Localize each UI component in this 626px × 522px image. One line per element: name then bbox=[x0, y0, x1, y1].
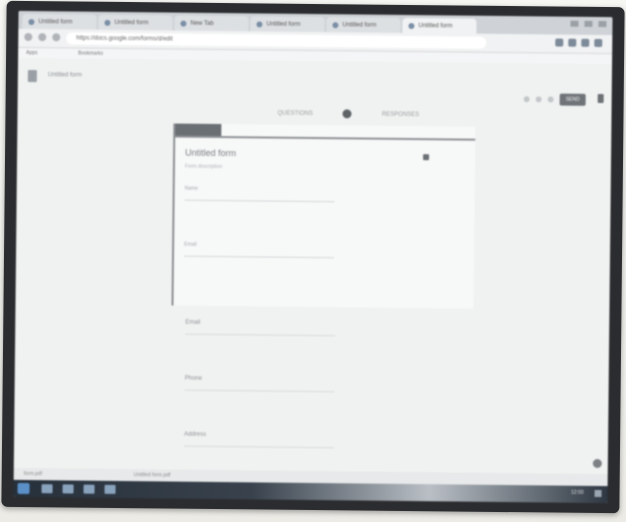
start-button[interactable] bbox=[17, 482, 30, 495]
theme-tab[interactable] bbox=[175, 123, 222, 137]
tab-favicon-icon bbox=[332, 21, 339, 28]
download-item[interactable]: Untitled form.pdf bbox=[134, 472, 171, 478]
question-label: Email bbox=[185, 319, 201, 326]
question-label: Phone bbox=[184, 375, 203, 382]
form-description[interactable]: Form description bbox=[185, 164, 222, 170]
nav-buttons bbox=[24, 32, 61, 42]
field-underline[interactable] bbox=[184, 199, 335, 203]
extension-icon[interactable] bbox=[555, 38, 564, 47]
field-label: Email bbox=[184, 241, 197, 248]
header-tools: SEND bbox=[523, 93, 586, 106]
browser-tab-active[interactable]: Untitled form bbox=[402, 17, 477, 34]
document-title[interactable]: Untitled form bbox=[48, 72, 82, 78]
tab-responses[interactable]: RESPONSES bbox=[382, 111, 419, 117]
tab-label: Untitled form bbox=[114, 19, 149, 26]
taskbar-apps bbox=[41, 484, 116, 494]
form-tabs: QUESTIONS RESPONSES bbox=[277, 109, 419, 119]
minimize-icon[interactable] bbox=[570, 20, 579, 27]
forms-logo-icon[interactable] bbox=[27, 70, 37, 83]
bookmark-item[interactable]: Bookmarks bbox=[78, 51, 103, 57]
field-label: Name bbox=[184, 185, 199, 192]
browser-tab[interactable]: Untitled form bbox=[22, 13, 97, 30]
tab-label: Untitled form bbox=[266, 20, 301, 28]
maximize-icon[interactable] bbox=[584, 20, 593, 27]
tab-label: Untitled form bbox=[418, 22, 453, 29]
file-explorer-icon[interactable] bbox=[41, 484, 53, 494]
tab-questions[interactable]: QUESTIONS bbox=[277, 110, 312, 116]
app-icon[interactable] bbox=[83, 484, 95, 494]
close-icon[interactable] bbox=[598, 20, 607, 28]
tab-favicon-icon bbox=[180, 20, 187, 27]
download-item[interactable]: form.pdf bbox=[24, 471, 42, 477]
screen: Untitled form Untitled form New Tab Unti… bbox=[13, 10, 613, 504]
back-icon[interactable] bbox=[24, 32, 33, 42]
header-accent-line bbox=[175, 135, 476, 141]
more-icon[interactable] bbox=[597, 93, 604, 104]
browser-tab[interactable]: New Tab bbox=[174, 15, 249, 32]
palette-icon[interactable] bbox=[523, 96, 530, 103]
preview-icon[interactable] bbox=[535, 96, 542, 103]
card-header bbox=[175, 123, 476, 141]
browser-tab[interactable]: Untitled form bbox=[326, 17, 401, 33]
tab-label: Untitled form bbox=[38, 18, 73, 25]
tab-favicon-icon bbox=[408, 22, 415, 29]
browser-tab[interactable]: Untitled form bbox=[98, 14, 173, 31]
extension-icon[interactable] bbox=[568, 38, 577, 47]
tab-favicon-icon bbox=[28, 18, 35, 25]
extension-icon[interactable] bbox=[581, 38, 590, 47]
tab-favicon-icon bbox=[104, 19, 111, 26]
menu-icon[interactable] bbox=[594, 38, 603, 48]
answer-line[interactable] bbox=[185, 333, 336, 337]
question-label: Address bbox=[184, 431, 207, 438]
tab-favicon-icon bbox=[256, 20, 263, 27]
form-title[interactable]: Untitled form bbox=[185, 148, 236, 159]
responses-badge-icon bbox=[342, 109, 352, 119]
browser-icon[interactable] bbox=[62, 484, 74, 494]
form-header-card[interactable]: Untitled form Form description Name Emai… bbox=[171, 123, 476, 309]
settings-icon[interactable] bbox=[547, 96, 554, 103]
answer-line[interactable] bbox=[184, 389, 335, 393]
reload-icon[interactable] bbox=[52, 33, 61, 42]
tab-label: New Tab bbox=[190, 20, 214, 27]
network-icon[interactable] bbox=[594, 489, 602, 498]
browser-tab[interactable]: Untitled form bbox=[250, 16, 325, 33]
field-underline[interactable] bbox=[183, 255, 334, 259]
forms-page: Untitled form SEND QUESTIONS RESPONSES U… bbox=[13, 57, 613, 475]
bookmark-item[interactable]: Apps bbox=[26, 50, 37, 56]
extension-icons bbox=[555, 38, 603, 48]
image-icon[interactable] bbox=[423, 154, 430, 161]
answer-line[interactable] bbox=[184, 445, 335, 449]
send-button[interactable]: SEND bbox=[559, 93, 586, 106]
system-tray bbox=[594, 489, 602, 498]
forward-icon[interactable] bbox=[38, 33, 47, 42]
monitor-bezel: Untitled form Untitled form New Tab Unti… bbox=[1, 0, 625, 514]
address-bar[interactable]: https://docs.google.com/forms/d/edit bbox=[66, 32, 487, 49]
window-controls bbox=[570, 20, 607, 28]
tab-label: Untitled form bbox=[342, 21, 377, 29]
clock[interactable]: 12:00 bbox=[571, 490, 584, 496]
app-icon[interactable] bbox=[104, 484, 116, 494]
help-icon[interactable] bbox=[592, 458, 602, 469]
